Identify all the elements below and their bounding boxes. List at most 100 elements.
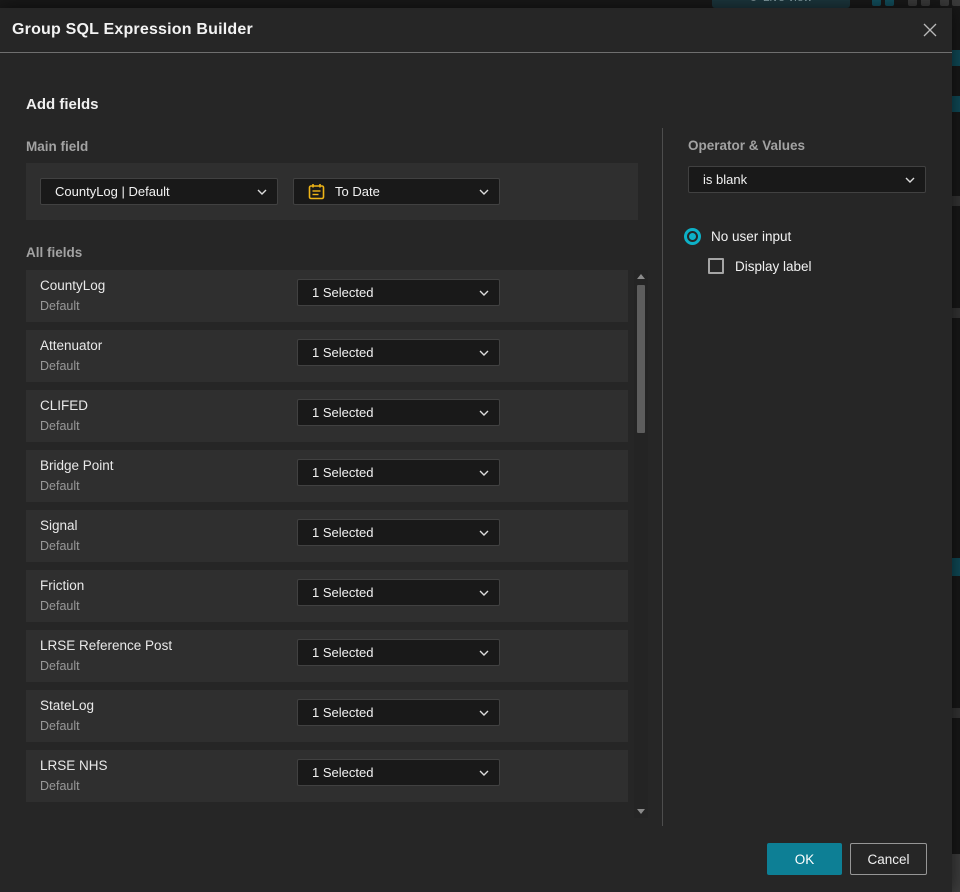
field-row: StateLog Default 1 Selected	[26, 690, 628, 742]
field-selected-value: 1 Selected	[312, 525, 374, 540]
no-user-input-label: No user input	[711, 229, 792, 244]
field-selected-value: 1 Selected	[312, 465, 374, 480]
sliver-fragment	[952, 558, 960, 576]
sliver-fragment	[952, 854, 960, 892]
all-fields-list: CountyLog Default 1 Selected Attenuator …	[26, 270, 628, 810]
field-sublabel: Default	[40, 539, 80, 553]
chevron-down-icon	[479, 770, 489, 776]
radio-selected-icon	[684, 228, 701, 245]
all-fields-label: All fields	[26, 245, 83, 260]
dialog-header: Group SQL Expression Builder	[0, 8, 952, 52]
main-field-panel: CountyLog | Default To Date	[26, 163, 638, 220]
field-sublabel: Default	[40, 419, 80, 433]
main-field-type-select[interactable]: To Date	[293, 178, 500, 205]
field-name: Bridge Point	[40, 458, 114, 473]
no-user-input-radio[interactable]: No user input	[684, 228, 791, 245]
main-field-label: Main field	[26, 139, 89, 154]
toolbar-fragment-icon	[921, 0, 930, 6]
toolbar-fragment-icon	[872, 0, 881, 6]
dialog-title: Group SQL Expression Builder	[12, 21, 253, 38]
field-row: LRSE Reference Post Default 1 Selected	[26, 630, 628, 682]
field-sublabel: Default	[40, 779, 80, 793]
chevron-down-icon	[479, 470, 489, 476]
group-sql-expression-builder-dialog: Group SQL Expression Builder Add fields …	[0, 8, 952, 892]
field-sublabel: Default	[40, 299, 80, 313]
sliver-fragment	[952, 196, 960, 206]
field-selected-dropdown[interactable]: 1 Selected	[297, 639, 500, 666]
main-field-select-value: CountyLog | Default	[55, 184, 170, 199]
field-row: LRSE NHS Default 1 Selected	[26, 750, 628, 802]
field-selected-dropdown[interactable]: 1 Selected	[297, 339, 500, 366]
column-divider	[662, 128, 663, 826]
field-selected-dropdown[interactable]: 1 Selected	[297, 579, 500, 606]
scrollbar-thumb[interactable]	[637, 285, 645, 433]
field-selected-dropdown[interactable]: 1 Selected	[297, 459, 500, 486]
field-row: Bridge Point Default 1 Selected	[26, 450, 628, 502]
field-selected-value: 1 Selected	[312, 705, 374, 720]
field-name: Friction	[40, 578, 85, 593]
chevron-down-icon	[479, 410, 489, 416]
operator-values-label: Operator & Values	[688, 138, 806, 153]
header-divider	[0, 52, 952, 53]
field-selected-dropdown[interactable]: 1 Selected	[297, 699, 500, 726]
field-selected-value: 1 Selected	[312, 405, 374, 420]
chevron-down-icon	[479, 189, 489, 195]
live-view-label: Live view	[763, 0, 812, 4]
main-field-type-value: To Date	[335, 184, 380, 199]
sliver-fragment	[952, 708, 960, 718]
field-name: LRSE NHS	[40, 758, 108, 773]
field-selected-value: 1 Selected	[312, 645, 374, 660]
field-name: StateLog	[40, 698, 95, 713]
chevron-down-icon	[479, 530, 489, 536]
field-selected-dropdown[interactable]: 1 Selected	[297, 759, 500, 786]
field-selected-value: 1 Selected	[312, 285, 374, 300]
toolbar-fragment-icon	[952, 0, 960, 6]
display-label-text: Display label	[735, 258, 812, 274]
field-row: CountyLog Default 1 Selected	[26, 270, 628, 322]
field-selected-dropdown[interactable]: 1 Selected	[297, 279, 500, 306]
chevron-down-icon	[479, 710, 489, 716]
field-sublabel: Default	[40, 479, 80, 493]
field-selected-dropdown[interactable]: 1 Selected	[297, 399, 500, 426]
chevron-down-icon	[479, 650, 489, 656]
background-app-right-sliver	[952, 8, 960, 892]
toolbar-fragment-icon	[940, 0, 949, 6]
operator-select-value: is blank	[703, 172, 748, 187]
field-name: CountyLog	[40, 278, 106, 293]
sliver-fragment	[952, 50, 960, 66]
field-row: Friction Default 1 Selected	[26, 570, 628, 622]
field-name: Attenuator	[40, 338, 103, 353]
scroll-down-icon[interactable]	[637, 809, 645, 814]
add-fields-heading: Add fields	[26, 96, 99, 113]
ok-button[interactable]: OK	[767, 843, 842, 875]
field-selected-value: 1 Selected	[312, 345, 374, 360]
field-sublabel: Default	[40, 599, 80, 613]
sliver-fragment	[952, 96, 960, 112]
scroll-up-icon[interactable]	[637, 274, 645, 279]
field-sublabel: Default	[40, 719, 80, 733]
cancel-button[interactable]: Cancel	[850, 843, 927, 875]
all-fields-scrollbar[interactable]	[634, 270, 648, 818]
field-selected-dropdown[interactable]: 1 Selected	[297, 519, 500, 546]
live-view-dot-icon	[749, 0, 757, 1]
close-icon[interactable]	[920, 20, 940, 40]
field-name: Signal	[40, 518, 78, 533]
toolbar-fragment-icon	[885, 0, 894, 6]
field-name: LRSE Reference Post	[40, 638, 173, 653]
operator-select[interactable]: is blank	[688, 166, 926, 193]
chevron-down-icon	[257, 189, 267, 195]
calendar-icon	[308, 183, 325, 200]
field-row: CLIFED Default 1 Selected	[26, 390, 628, 442]
chevron-down-icon	[479, 350, 489, 356]
chevron-down-icon	[479, 590, 489, 596]
field-selected-value: 1 Selected	[312, 585, 374, 600]
main-field-select[interactable]: CountyLog | Default	[40, 178, 278, 205]
toolbar-fragment-icon	[908, 0, 917, 6]
background-app-top-strip: Live view	[0, 0, 960, 8]
field-row: Signal Default 1 Selected	[26, 510, 628, 562]
sliver-fragment	[952, 308, 960, 318]
display-label-checkbox[interactable]: Display label	[708, 258, 812, 274]
chevron-down-icon	[479, 290, 489, 296]
field-name: CLIFED	[40, 398, 89, 413]
live-view-tab[interactable]: Live view	[712, 0, 850, 8]
